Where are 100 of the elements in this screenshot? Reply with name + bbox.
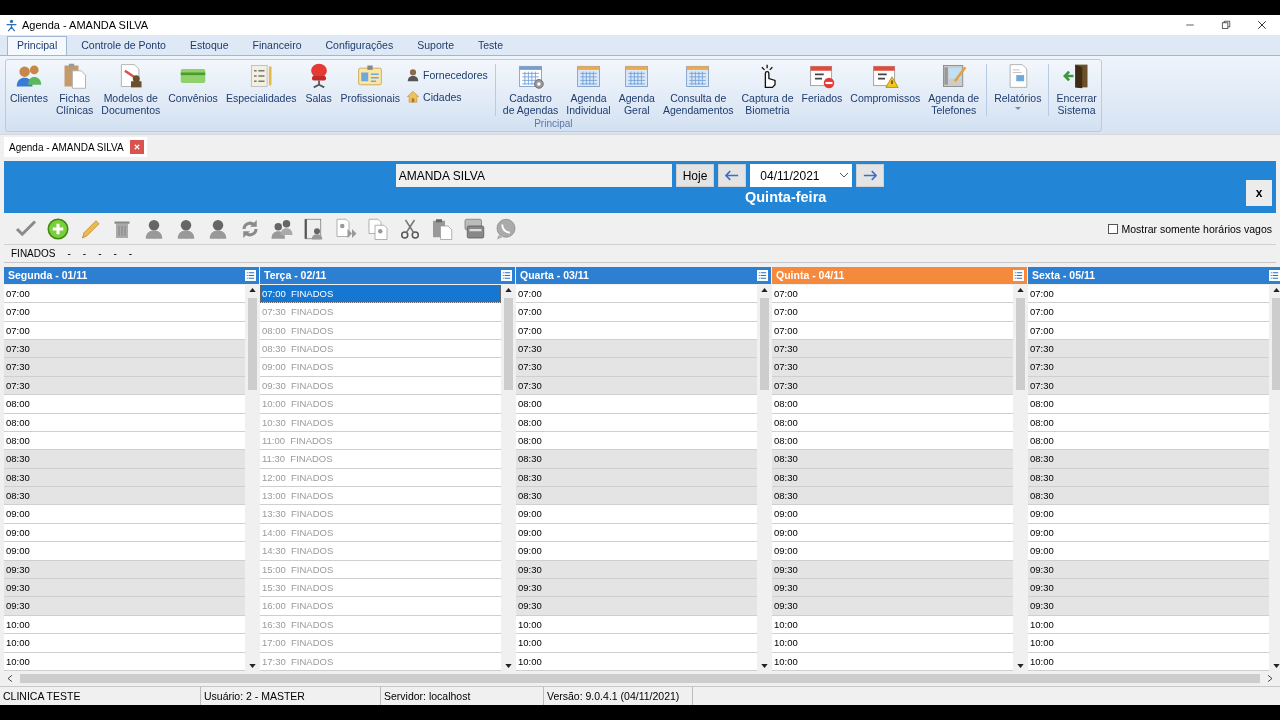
time-slot[interactable]: 08:30 [4,450,245,469]
ribbon-button[interactable]: Clientes [6,62,52,104]
day-title: Sexta - 05/11 [1032,269,1096,282]
ribbon-button[interactable]: Convênios [164,62,222,104]
ribbon-tab[interactable]: Controle de Ponto [71,36,176,55]
tab-label[interactable]: Agenda - AMANDA SILVA [9,141,124,153]
ribbon-button[interactable]: Especialidades [221,62,301,104]
right-arrow-icon [863,170,878,181]
ribbon-button[interactable]: Consulta de Agendamentos [658,62,738,116]
ribbon-tab[interactable]: Financeiro [242,36,312,55]
up-arrow-icon[interactable] [1272,287,1280,292]
down-arrow-icon[interactable] [760,664,768,668]
ribbon-button[interactable]: Cidades [406,90,488,104]
day-title: Quarta - 03/11 [520,269,589,282]
time-slot[interactable]: 08:30 [772,450,1013,469]
down-arrow-icon[interactable] [504,664,512,668]
time-slot[interactable]: 09:30 [772,597,1013,616]
down-arrow-icon[interactable] [1272,664,1280,668]
time-slot[interactable]: 08:30 [516,487,757,506]
up-arrow-icon[interactable] [504,287,512,292]
house-icon [406,90,421,104]
info-text: - [98,248,102,259]
ribbon-tab[interactable]: Principal [7,36,68,55]
ribbon-button[interactable]: Agenda Geral [614,62,659,116]
group-label: Principal [533,118,574,131]
ribbon-button[interactable]: Modelos de Documentos [97,62,165,116]
ribbon-button[interactable]: Agenda de Telefones [924,62,984,116]
close-button[interactable]: x [1246,179,1272,206]
previous-button[interactable] [718,164,747,187]
scroll-thumb[interactable] [20,674,1260,683]
time-slot[interactable]: 08:30 [516,450,757,469]
ribbon-tab[interactable]: Suporte [407,36,464,55]
ribbon-button[interactable]: Captura de Biometria [737,62,798,116]
list-icon[interactable] [501,269,512,281]
ribbon-button[interactable]: Fichas Clínicas [51,62,98,116]
time-slot[interactable]: 09:30 [4,579,245,598]
chevron-down-icon[interactable] [840,173,849,178]
list-icon[interactable] [1013,269,1024,281]
close-tab-button[interactable] [129,140,144,154]
checkbox[interactable] [1108,223,1119,234]
scroll-thumb[interactable] [759,297,769,390]
info-text: - [128,248,133,259]
up-arrow-icon[interactable] [1016,287,1024,292]
ribbon-button[interactable]: Compromissos [846,62,925,104]
info-text: FINADOS [11,248,56,259]
list-icon[interactable] [245,269,256,281]
close-icon[interactable] [1257,20,1267,30]
ribbon-button[interactable]: Encerrar Sistema [1052,62,1101,116]
scroll-thumb[interactable] [503,297,513,390]
ribbon-button[interactable]: Salas [300,62,337,104]
add-icon [46,216,70,241]
day-title: Quinta - 04/11 [776,269,845,282]
left-arrow-icon [725,170,740,181]
time-slot[interactable]: 07:30 [1028,358,1269,377]
time-slot[interactable]: 09:30 [516,579,757,598]
time-slot[interactable]: 08:30 [4,487,245,506]
ribbon-tab[interactable]: Estoque [179,36,239,55]
ribbon-tab[interactable]: Teste [468,36,514,55]
free-slots-checkbox[interactable]: Mostrar somente horários vagos [1108,222,1272,235]
list-icon[interactable] [1269,269,1280,281]
down-arrow-icon[interactable] [1016,664,1024,668]
date-field[interactable]: 04/11/2021 [750,164,853,187]
list-icon[interactable] [757,269,768,281]
time-slot[interactable]: 08:30 [772,487,1013,506]
time-slot[interactable]: 07:30 [516,358,757,377]
restore-icon[interactable] [1221,20,1231,30]
today-button[interactable]: Hoje [675,164,715,187]
up-arrow-icon[interactable] [248,287,256,292]
person-icon [406,68,421,82]
ribbon-button[interactable]: Feriados [797,62,847,104]
time-slot[interactable]: 07:30 [772,358,1013,377]
document-forward-icon [334,216,358,241]
time-slot[interactable]: 09:30 [772,579,1013,598]
day-title: Terça - 02/11 [264,269,327,282]
time-slot[interactable]: 08:30 [1028,450,1269,469]
up-arrow-icon[interactable] [760,287,768,292]
ribbon-button[interactable]: Agenda Individual [562,62,615,116]
status-text: Servidor: localhost [381,687,544,705]
ribbon-tab[interactable]: Configurações [315,36,404,55]
ribbon-button[interactable]: Profissionais [336,62,405,104]
time-slot[interactable]: 09:30 [1028,579,1269,598]
professional-field[interactable]: AMANDA SILVA [395,164,672,187]
ribbon-dropdown-button[interactable]: Relatórios [990,62,1046,110]
time-slot[interactable]: 08:30 [1028,487,1269,506]
status-text: Versão: 9.0.4.1 (04/11/2021) [544,687,693,705]
time-slot[interactable]: 07:30 [4,358,245,377]
time-slot[interactable]: 09:30 [4,597,245,616]
scroll-thumb[interactable] [247,297,257,390]
info-text: - [67,248,71,259]
caret-icon[interactable] [1014,107,1021,110]
time-slot[interactable]: 09:30 [1028,597,1269,616]
document-tab[interactable]: Agenda - AMANDA SILVA [4,137,147,157]
scroll-thumb[interactable] [1271,297,1280,390]
next-button[interactable] [856,164,885,187]
ribbon-button[interactable]: Fornecedores [406,68,488,82]
down-arrow-icon[interactable] [248,664,256,668]
ribbon-button[interactable]: Cadastro de Agendas [498,62,563,116]
time-slot[interactable]: 09:30 [516,597,757,616]
time-slot[interactable]: 07:00 FINADOS [260,284,501,304]
scroll-thumb[interactable] [1015,297,1025,390]
